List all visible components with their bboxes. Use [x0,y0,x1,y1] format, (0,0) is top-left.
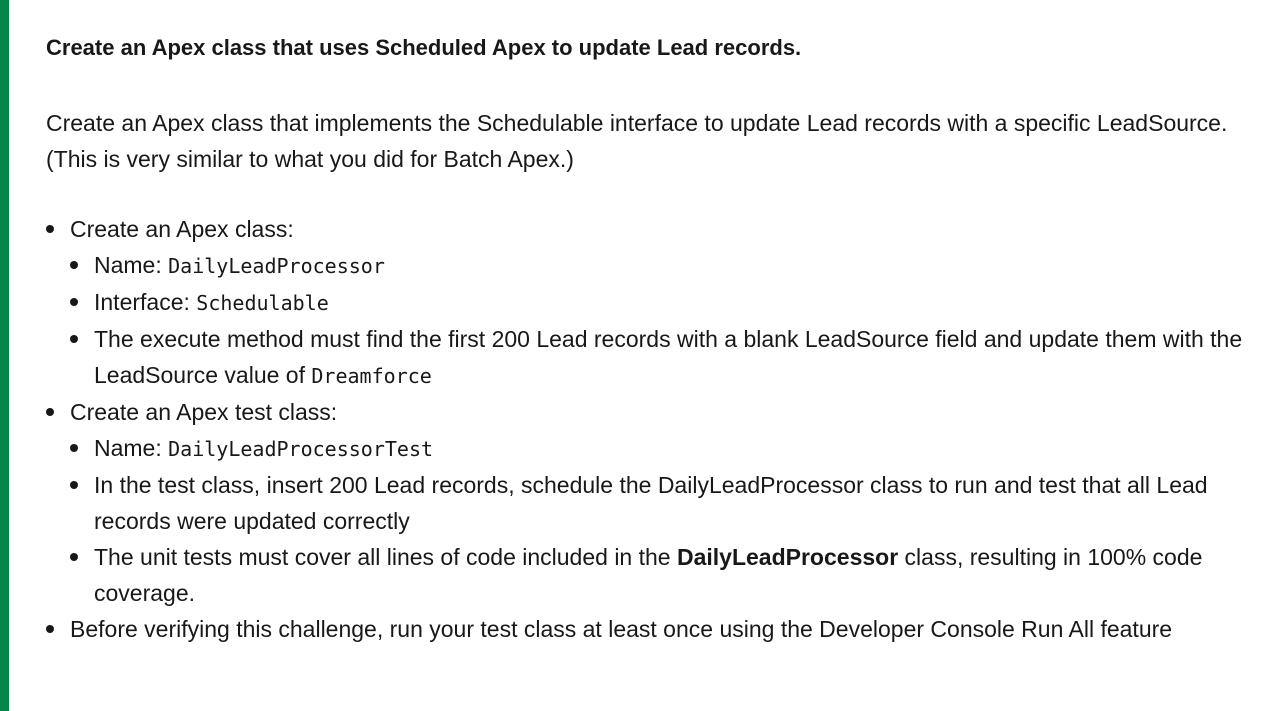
list-item: Create an Apex class: Name: DailyLeadPro… [46,211,1246,394]
bullet-icon [46,408,54,416]
list-item-label: Name: [94,435,169,461]
list-item: Before verifying this challenge, run you… [46,611,1246,647]
challenge-heading: Create an Apex class that uses Scheduled… [46,35,802,60]
sub-list: Name: DailyLeadProcessor Interface: Sche… [70,247,1246,394]
list-item-label: In the test class, insert 200 Lead recor… [94,472,1208,534]
bullet-icon [70,553,78,561]
list-item-text: Before verifying this challenge, run you… [70,616,1173,642]
list-item-label: Interface: [94,289,197,315]
bullet-icon [70,298,78,306]
bullet-icon [46,225,54,233]
class-name-bold: DailyLeadProcessor [676,544,899,570]
bullet-icon [46,625,54,633]
list-item-text: Create an Apex class: [70,216,294,242]
list-item-label: The execute method must find the first 2… [94,326,1243,388]
accent-bar [0,0,9,711]
challenge-intro: Create an Apex class that implements the… [46,110,1228,172]
list-item-text-before: The unit tests must cover all lines of c… [94,544,677,570]
list-item: The execute method must find the first 2… [70,321,1246,394]
test-class-name-code: DailyLeadProcessorTest [168,437,434,461]
list-item: Name: DailyLeadProcessor [70,247,1246,284]
list-item: In the test class, insert 200 Lead recor… [70,467,1246,539]
list-item-text: Create an Apex test class: [70,399,338,425]
class-name-code: DailyLeadProcessor [168,254,385,278]
sub-list: Name: DailyLeadProcessorTest In the test… [70,430,1246,611]
list-item: Interface: Schedulable [70,284,1246,321]
bullet-icon [70,444,78,452]
interface-code: Schedulable [196,291,329,315]
list-item-label: Name: [94,252,169,278]
list-item: Create an Apex test class: Name: DailyLe… [46,394,1246,611]
bullet-icon [70,261,78,269]
list-item: The unit tests must cover all lines of c… [70,539,1246,611]
bullet-icon [70,481,78,489]
challenge-content: Create an Apex class that uses Scheduled… [46,30,1246,647]
bullet-icon [70,335,78,343]
leadsource-value-code: Dreamforce [311,364,432,388]
requirements-list: Create an Apex class: Name: DailyLeadPro… [46,211,1246,647]
list-item: Name: DailyLeadProcessorTest [70,430,1246,467]
